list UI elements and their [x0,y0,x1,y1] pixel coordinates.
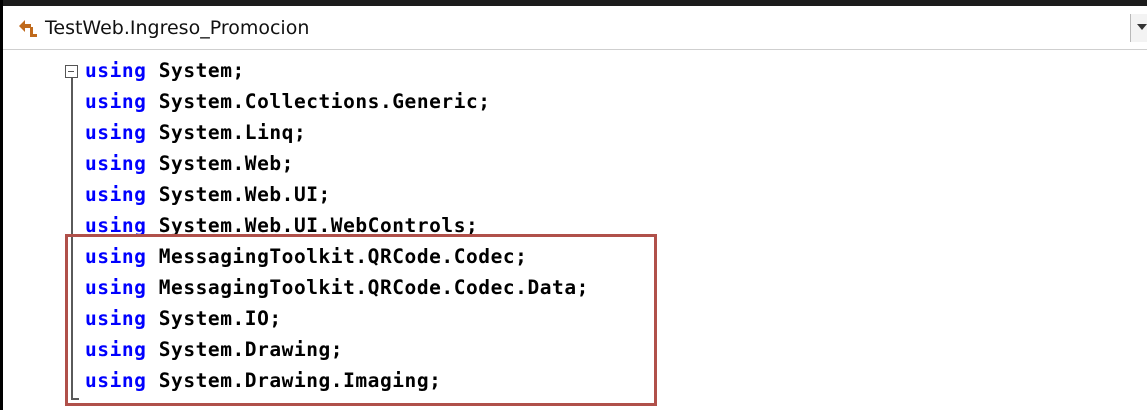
keyword: using [85,183,147,206]
collapse-outline-icon[interactable] [65,65,78,78]
class-hierarchy-icon [19,20,37,37]
dropdown-arrow-icon [1137,24,1147,30]
keyword: using [85,152,147,175]
code-editor-window: TestWeb.Ingreso_Promocion using System; … [0,0,1147,410]
type-dropdown-label[interactable]: TestWeb.Ingreso_Promocion [45,14,309,42]
keyword: using [85,59,147,82]
highlight-annotation-box [65,234,657,406]
namespace: System.Web.UI; [158,183,331,206]
namespace: System.Web; [158,152,294,175]
keyword: using [85,90,147,113]
code-line[interactable]: using System.Web.UI; [85,180,331,210]
type-dropdown-button[interactable] [1130,14,1147,42]
keyword: using [85,121,147,144]
code-line[interactable]: using System.Linq; [85,118,306,148]
code-line[interactable]: using System.Web; [85,149,294,179]
code-area[interactable]: using System; using System.Collections.G… [3,50,1147,410]
namespace: System.Collections.Generic; [158,90,491,113]
namespace: System.Linq; [158,121,307,144]
code-line[interactable]: using System; [85,56,245,86]
navigation-bar[interactable]: TestWeb.Ingreso_Promocion [3,6,1147,50]
namespace: System; [158,59,245,82]
code-line[interactable]: using System.Collections.Generic; [85,87,491,117]
